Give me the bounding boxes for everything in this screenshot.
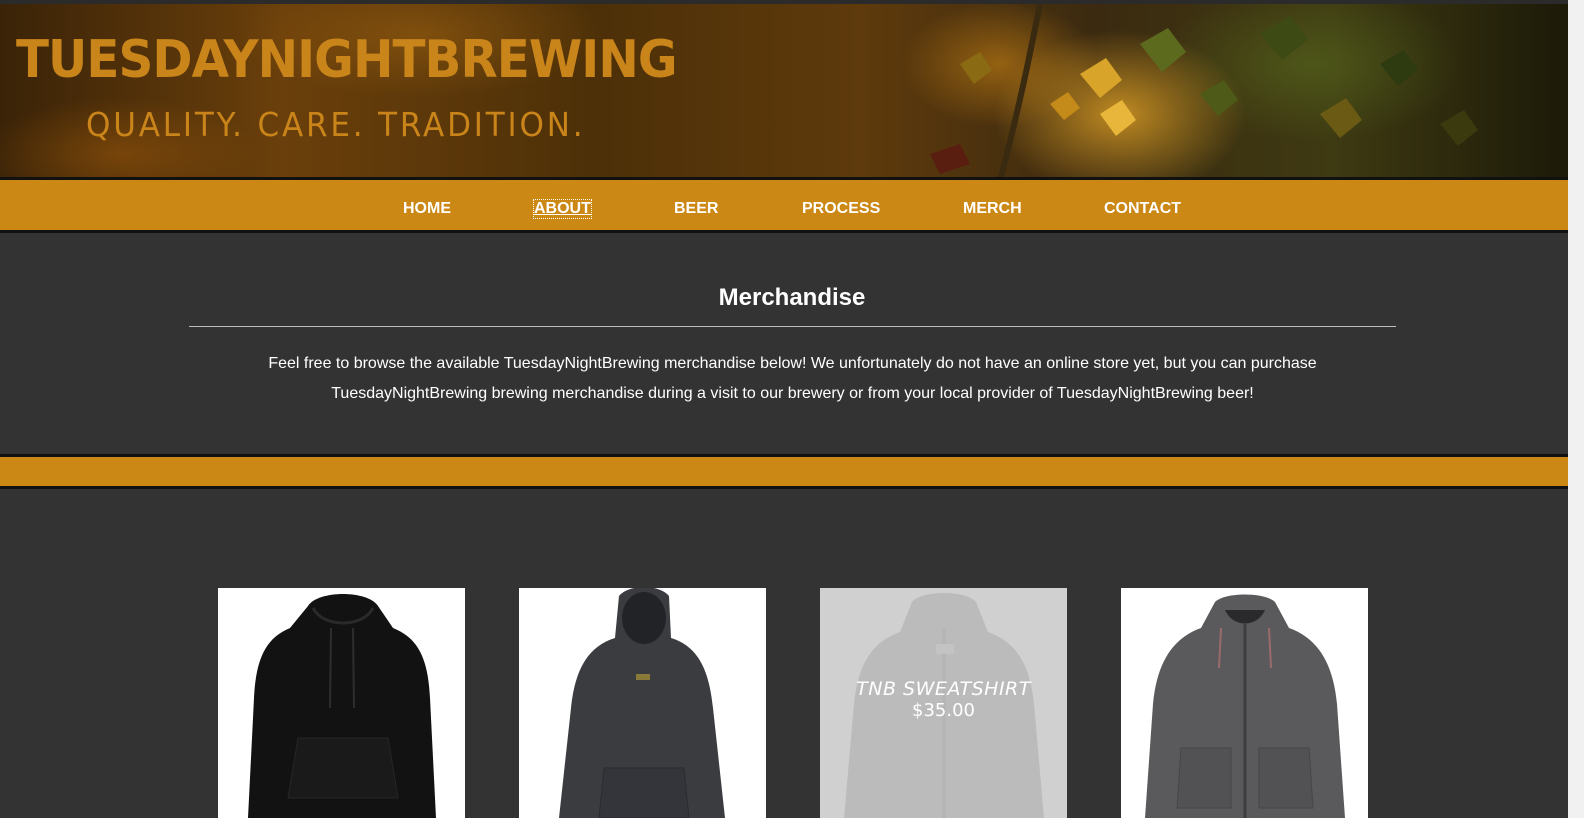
product-price: $35.00	[912, 700, 975, 721]
page: TUESDAYNIGHTBREWING QUALITY. CARE. TRADI…	[0, 0, 1568, 818]
title-divider	[189, 326, 1396, 327]
brand-tagline: QUALITY. CARE. TRADITION.	[86, 105, 586, 144]
nav-home[interactable]: HOME	[403, 200, 451, 218]
product-name: TNB SWEATSHIRT	[856, 678, 1031, 700]
black-hoodie-image	[248, 594, 436, 818]
brand-title: TUESDAYNIGHTBREWING	[16, 30, 678, 90]
nav-contact[interactable]: CONTACT	[1104, 200, 1181, 218]
hop-leaves-image	[930, 4, 1478, 181]
page-scrollbar[interactable]	[1568, 0, 1584, 818]
product-card-3[interactable]: TNB SWEATSHIRT $35.00	[820, 588, 1067, 818]
header-banner: TUESDAYNIGHTBREWING QUALITY. CARE. TRADI…	[0, 0, 1568, 181]
nav-about[interactable]: ABOUT	[533, 199, 592, 219]
section-divider-band	[0, 454, 1568, 489]
product-card-4[interactable]	[1121, 588, 1368, 818]
nav-merch[interactable]: MERCH	[963, 200, 1022, 218]
nav-process[interactable]: PROCESS	[802, 200, 880, 218]
nav-beer[interactable]: BEER	[674, 200, 718, 218]
main-nav: HOME ABOUT BEER PROCESS MERCH CONTACT	[0, 177, 1568, 233]
charcoal-hoodie-image	[559, 588, 725, 818]
product-card-1[interactable]	[218, 588, 465, 818]
intro-text: Feel free to browse the available Tuesda…	[268, 355, 1317, 402]
product-card-2[interactable]	[519, 588, 766, 818]
grey-zip-hoodie-2-image	[1145, 594, 1345, 818]
product-caption: TNB SWEATSHIRT $35.00	[820, 678, 1067, 722]
page-title: Merchandise	[718, 284, 866, 311]
